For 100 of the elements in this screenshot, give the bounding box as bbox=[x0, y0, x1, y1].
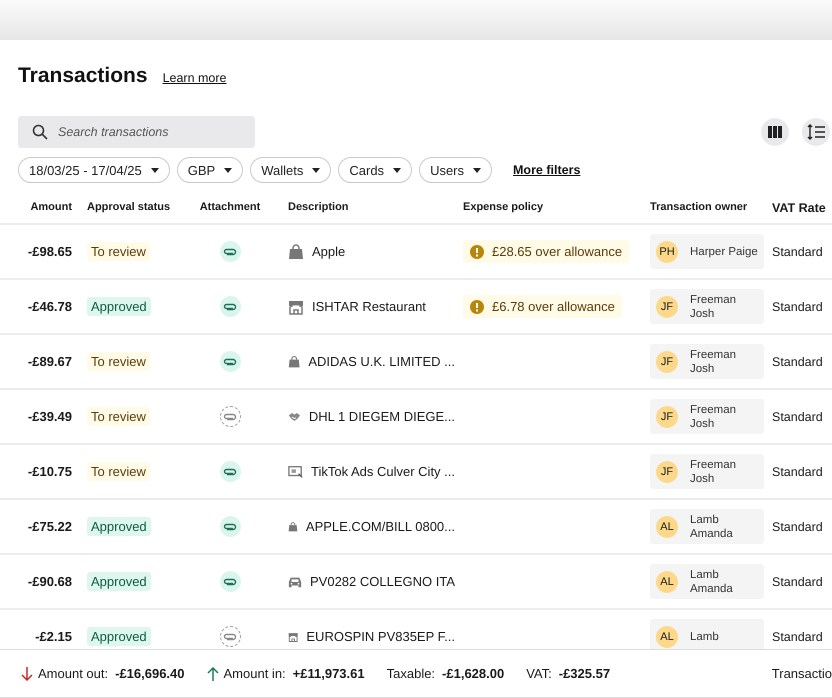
summary-label: Transactio bbox=[772, 666, 832, 681]
summary-label: Amount out: bbox=[38, 666, 108, 681]
caret-icon bbox=[224, 168, 232, 172]
filter-dropdown[interactable]: GBP bbox=[176, 157, 244, 183]
vat-rate-cell-text: Standard bbox=[771, 630, 824, 644]
status-badge: Approved bbox=[87, 627, 151, 646]
paperclip-icon[interactable] bbox=[220, 296, 240, 317]
policy-warning-badge: £28.65 over allowance bbox=[463, 240, 630, 263]
avatar-initials: PH bbox=[656, 240, 678, 262]
description-cell: Apple bbox=[312, 244, 346, 259]
column-header: VAT Rate bbox=[771, 201, 827, 215]
summary-value: +£11,973.61 bbox=[292, 666, 365, 681]
vat-rate-cell-text: Standard bbox=[771, 464, 824, 478]
shopping-bag-icon bbox=[288, 354, 300, 370]
columns-icon bbox=[768, 126, 782, 138]
policy-warning-badge: £6.78 over allowance bbox=[463, 295, 622, 318]
avatar-initials: AL bbox=[656, 570, 678, 592]
column-header: Approval status bbox=[86, 201, 172, 213]
amount-cell-text: -£89.67 bbox=[26, 354, 73, 369]
paperclip-icon[interactable] bbox=[220, 241, 240, 262]
vat-rate-cell-text: Standard bbox=[771, 354, 824, 368]
down-arrow-icon bbox=[21, 666, 33, 680]
warning-icon bbox=[470, 300, 484, 314]
search-field[interactable]: Search transactions bbox=[18, 116, 255, 148]
empty-paperclip-icon[interactable] bbox=[220, 406, 240, 427]
amount-cell-text: -£75.22 bbox=[26, 519, 73, 534]
up-arrow-icon bbox=[206, 666, 219, 680]
vat-rate-cell-text: Standard bbox=[771, 520, 824, 534]
avatar-initials: JF bbox=[656, 296, 678, 318]
filter-dropdown[interactable]: Cards bbox=[338, 157, 412, 183]
owner-name: Freeman Josh bbox=[690, 348, 736, 376]
avatar-initials: AL bbox=[656, 626, 678, 648]
status-badge: Approved bbox=[87, 517, 151, 536]
owner-chip[interactable]: AL Lamb bbox=[650, 619, 764, 649]
status-badge: To review bbox=[87, 407, 150, 426]
avatar-initials: JF bbox=[656, 350, 678, 372]
status-badge: To review bbox=[87, 242, 150, 261]
page-title: Transactions bbox=[18, 64, 148, 88]
owner-name: Harper Paige bbox=[690, 244, 758, 258]
owner-chip[interactable]: JF Freeman Josh bbox=[650, 454, 764, 489]
caret-icon bbox=[473, 168, 482, 172]
owner-name: Lamb Amanda bbox=[690, 512, 733, 540]
column-header: Expense policy bbox=[462, 201, 544, 213]
status-badge: To review bbox=[87, 462, 150, 481]
summary-label: Taxable: bbox=[386, 666, 436, 681]
amount-cell-text: -£39.49 bbox=[26, 409, 73, 424]
columns-button[interactable] bbox=[761, 118, 789, 146]
vat-rate-cell-text: Standard bbox=[771, 300, 824, 314]
amount-cell-text: -£10.75 bbox=[26, 464, 73, 479]
column-header: Attachment bbox=[198, 201, 262, 213]
description-cell: DHL 1 DIEGEM DIEGE... bbox=[308, 409, 455, 424]
billboard-icon bbox=[288, 464, 303, 480]
owner-chip[interactable]: PH Harper Paige bbox=[650, 234, 764, 269]
paperclip-icon[interactable] bbox=[220, 571, 240, 592]
owner-name: Freeman Josh bbox=[690, 402, 736, 430]
description-cell: EUROSPIN PV835EP F... bbox=[306, 629, 455, 644]
description-cell: TikTok Ads Culver City ... bbox=[311, 464, 455, 479]
summary-label: VAT: bbox=[526, 666, 552, 681]
avatar-initials: AL bbox=[656, 516, 678, 538]
avatar-initials: JF bbox=[656, 406, 678, 428]
summary-value: -£16,696.40 bbox=[115, 666, 185, 681]
column-header: Amount bbox=[29, 201, 73, 213]
status-badge: Approved bbox=[87, 297, 151, 316]
amount-cell-text: -£2.15 bbox=[34, 629, 73, 644]
paperclip-icon[interactable] bbox=[220, 461, 240, 482]
owner-chip[interactable]: JF Freeman Josh bbox=[650, 399, 764, 434]
filter-dropdown[interactable]: Wallets bbox=[250, 157, 332, 183]
learn-more-link[interactable]: Learn more bbox=[162, 71, 226, 85]
column-header: Description bbox=[287, 201, 350, 213]
filter-dropdown[interactable]: 18/03/25 - 17/04/25 bbox=[18, 157, 170, 183]
summary-label: Amount in: bbox=[224, 666, 286, 681]
owner-name: Lamb bbox=[690, 630, 719, 644]
more-filters-link[interactable]: More filters bbox=[513, 163, 580, 177]
paperclip-icon[interactable] bbox=[220, 516, 240, 537]
avatar-initials: JF bbox=[656, 460, 678, 482]
row-density-button[interactable] bbox=[802, 118, 830, 146]
owner-name: Freeman Josh bbox=[690, 458, 736, 486]
owner-name: Freeman Josh bbox=[690, 292, 736, 320]
owner-chip[interactable]: AL Lamb Amanda bbox=[650, 564, 764, 599]
caret-icon bbox=[393, 168, 402, 172]
summary-value: -£1,628.00 bbox=[442, 666, 504, 681]
empty-paperclip-icon[interactable] bbox=[220, 626, 240, 647]
owner-chip[interactable]: JF Freeman Josh bbox=[650, 289, 764, 324]
owner-chip[interactable]: AL Lamb Amanda bbox=[650, 509, 764, 544]
storefront-icon bbox=[288, 298, 304, 314]
filter-dropdown[interactable]: Users bbox=[419, 157, 492, 183]
line-spacing-icon bbox=[807, 124, 825, 140]
description-cell: ADIDAS U.K. LIMITED ... bbox=[308, 354, 455, 369]
paperclip-icon[interactable] bbox=[220, 351, 240, 372]
vat-rate-cell-text: Standard bbox=[771, 574, 824, 588]
summary-value: -£325.57 bbox=[558, 666, 610, 681]
owner-chip[interactable]: JF Freeman Josh bbox=[650, 344, 764, 379]
description-cell: ISHTAR Restaurant bbox=[312, 299, 426, 314]
status-badge: Approved bbox=[87, 572, 151, 591]
description-cell: APPLE.COM/BILL 0800... bbox=[306, 519, 455, 534]
warning-icon bbox=[470, 244, 484, 258]
shopping-bag-icon bbox=[288, 244, 304, 260]
owner-name: Lamb Amanda bbox=[690, 568, 733, 596]
status-badge: To review bbox=[87, 352, 150, 371]
amount-cell-text: -£46.78 bbox=[26, 299, 73, 314]
